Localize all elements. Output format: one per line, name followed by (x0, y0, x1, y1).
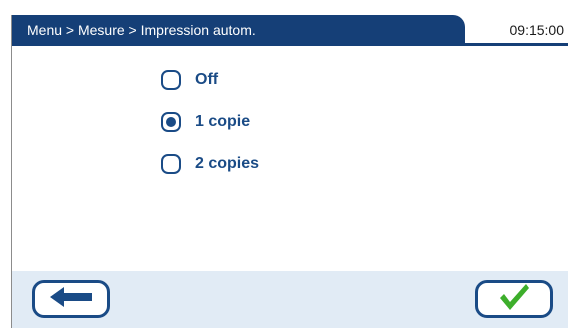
option-label-2-copies: 2 copies (195, 155, 260, 172)
title-bar: Menu > Mesure > Impression autom. 09:15:… (12, 15, 568, 43)
arrow-left-icon (48, 285, 94, 314)
title-tab: Menu > Mesure > Impression autom. (12, 15, 465, 43)
radio-selected-dot (166, 117, 176, 127)
option-off[interactable]: Off (161, 67, 259, 93)
clock: 09:15:00 (509, 22, 565, 38)
footer-bar (12, 271, 568, 328)
title-divider (12, 43, 568, 46)
print-options-list: Off 1 copie 2 copies (161, 67, 259, 193)
option-label-off: Off (195, 71, 219, 88)
option-2-copies[interactable]: 2 copies (161, 151, 259, 177)
device-screen: Menu > Mesure > Impression autom. 09:15:… (11, 15, 568, 328)
checkmark-icon (497, 282, 531, 317)
confirm-button[interactable] (475, 280, 553, 318)
radio-button-1-copie[interactable] (161, 112, 181, 132)
option-1-copie[interactable]: 1 copie (161, 109, 259, 135)
radio-button-off[interactable] (161, 70, 181, 90)
radio-button-2-copies[interactable] (161, 154, 181, 174)
back-button[interactable] (32, 280, 110, 318)
option-label-1-copie: 1 copie (195, 113, 251, 130)
breadcrumb: Menu > Mesure > Impression autom. (27, 22, 256, 38)
